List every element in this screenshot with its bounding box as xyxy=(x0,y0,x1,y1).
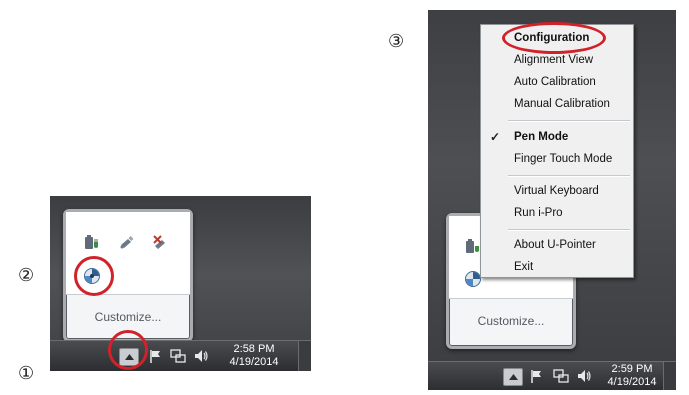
step-marker-two: ② xyxy=(18,265,35,286)
menu-item-manual-calibration[interactable]: Manual Calibration xyxy=(481,93,633,115)
step-marker-three: ③ xyxy=(388,31,405,52)
menu-item-auto-calibration[interactable]: Auto Calibration xyxy=(481,71,633,93)
taskbar-left: 2:58 PM 4/19/2014 xyxy=(50,340,311,371)
action-center-flag-icon[interactable] xyxy=(529,368,545,384)
action-center-flag-icon[interactable] xyxy=(148,348,164,364)
show-hidden-icons-button[interactable] xyxy=(503,368,523,386)
clock-time: 2:59 PM xyxy=(611,363,653,375)
menu-separator xyxy=(508,120,630,122)
clock-date: 4/19/2014 xyxy=(607,376,657,388)
usb-device-icon[interactable] xyxy=(116,231,138,253)
taskbar-clock[interactable]: 2:58 PM 4/19/2014 xyxy=(222,343,286,369)
menu-item-run-i-pro[interactable]: Run i-Pro xyxy=(481,202,633,224)
highlight-ring-tray-icon xyxy=(74,256,114,296)
network-icon[interactable] xyxy=(553,368,569,384)
menu-item-pen-mode[interactable]: ✓ Pen Mode xyxy=(481,126,633,148)
menu-separator xyxy=(508,175,630,177)
step-marker-one: ① xyxy=(18,363,35,384)
popup-divider xyxy=(449,298,573,299)
u-pointer-context-menu: Configuration Alignment View Auto Calibr… xyxy=(480,24,634,278)
menu-item-virtual-keyboard[interactable]: Virtual Keyboard xyxy=(481,180,633,202)
network-icon[interactable] xyxy=(170,348,186,364)
show-hidden-arrow-icon xyxy=(508,374,518,380)
taskbar-right: 2:59 PM 4/19/2014 xyxy=(428,361,676,390)
highlight-ring-show-hidden xyxy=(108,330,148,370)
volume-icon[interactable] xyxy=(193,348,209,364)
menu-separator xyxy=(508,229,630,231)
volume-icon[interactable] xyxy=(576,368,592,384)
highlight-ring-configuration xyxy=(502,22,606,54)
customize-link[interactable]: Customize... xyxy=(449,314,573,328)
clock-time: 2:58 PM xyxy=(233,343,275,355)
menu-item-finger-touch-mode[interactable]: Finger Touch Mode xyxy=(481,148,633,170)
checkmark-icon: ✓ xyxy=(490,130,501,144)
network-disabled-icon[interactable] xyxy=(149,231,171,253)
customize-link[interactable]: Customize... xyxy=(66,310,190,324)
desktop-area-right: Customize... Configuration Alignment Vie… xyxy=(428,10,676,390)
show-desktop-button[interactable] xyxy=(298,341,311,371)
show-desktop-button[interactable] xyxy=(663,362,676,390)
menu-item-pen-mode-label: Pen Mode xyxy=(514,131,569,143)
desktop-area-left: Customize... 2:58 PM 4/19/2014 xyxy=(50,196,311,371)
clock-date: 4/19/2014 xyxy=(229,356,279,368)
menu-item-about-u-pointer[interactable]: About U-Pointer xyxy=(481,234,633,256)
battery-plug-icon[interactable] xyxy=(81,231,103,253)
taskbar-clock[interactable]: 2:59 PM 4/19/2014 xyxy=(600,363,664,389)
menu-item-exit[interactable]: Exit xyxy=(481,256,633,278)
